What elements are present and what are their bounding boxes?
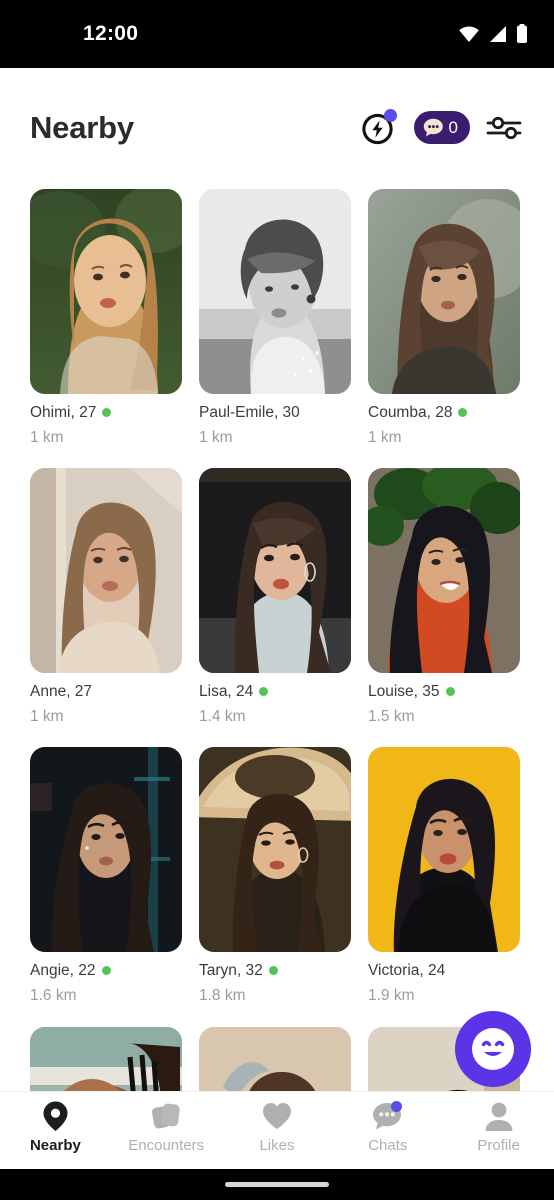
profile-meta: Ohimi, 27 1 km — [30, 394, 182, 449]
boost-notification-badge — [383, 108, 397, 122]
profile-meta: Lisa, 24 1.4 km — [199, 673, 351, 728]
app-header: Nearby 0 — [0, 68, 554, 181]
nav-item-likes[interactable]: Likes — [222, 1092, 333, 1154]
profile-distance: 1.9 km — [368, 987, 415, 1005]
profile-distance: 1.8 km — [199, 987, 246, 1005]
profile-distance: 1.4 km — [199, 708, 246, 726]
profile-name: Louise, 35 — [368, 683, 440, 701]
online-status-dot — [268, 966, 278, 976]
grid-row: Anne, 27 1 km Lisa, 24 1.4 km Louise, 35… — [30, 468, 524, 728]
profile-photo[interactable] — [30, 468, 182, 674]
profile-photo[interactable] — [30, 189, 182, 394]
profile-meta: Anne, 27 1 km — [30, 673, 182, 728]
profile-distance: 1 km — [30, 428, 64, 446]
profile-photo[interactable] — [199, 189, 351, 394]
page-title: Nearby — [30, 109, 134, 145]
profile-name: Lisa, 24 — [199, 683, 254, 701]
profile-name: Victoria, 24 — [368, 962, 446, 980]
profile-photo[interactable] — [368, 747, 520, 953]
stacked-cards-icon — [150, 1100, 182, 1132]
profile-card[interactable]: Paul-Emile, 30 1 km — [199, 189, 351, 449]
status-bar: 12:00 — [0, 0, 554, 68]
profile-name: Taryn, 32 — [199, 962, 263, 980]
boost-button[interactable] — [360, 108, 398, 147]
profile-meta: Paul-Emile, 30 1 km — [199, 394, 351, 449]
profile-photo[interactable] — [199, 747, 351, 953]
profile-distance: 1.6 km — [30, 987, 77, 1005]
nav-label: Encounters — [128, 1137, 205, 1154]
nav-label: Chats — [368, 1137, 408, 1154]
profile-name: Paul-Emile, 30 — [199, 404, 300, 421]
profile-distance: 1.5 km — [368, 708, 415, 726]
profile-photo[interactable] — [199, 468, 351, 674]
profile-meta: Louise, 35 1.5 km — [368, 673, 520, 728]
profile-name: Coumba, 28 — [368, 404, 453, 421]
app-screen: 12:00 Nearby 0 Ohimi, 27 1 km Paul-Emile… — [0, 0, 554, 1200]
nav-item-nearby[interactable]: Nearby — [0, 1092, 111, 1154]
status-time: 12:00 — [83, 22, 139, 45]
profile-card[interactable]: Victoria, 24 1.9 km — [368, 747, 520, 1007]
profile-grid[interactable]: Ohimi, 27 1 km Paul-Emile, 30 1 km Coumb… — [0, 181, 554, 1105]
nav-item-profile[interactable]: Profile — [443, 1092, 554, 1154]
profile-card[interactable]: Ohimi, 27 1 km — [30, 189, 182, 449]
nav-label: Profile — [477, 1137, 520, 1154]
person-icon — [484, 1100, 514, 1132]
speech-bubble-icon — [423, 118, 443, 137]
profile-card[interactable]: Lisa, 24 1.4 km — [199, 468, 351, 728]
smiley-face-icon — [472, 1028, 514, 1070]
grid-row: Ohimi, 27 1 km Paul-Emile, 30 1 km Coumb… — [30, 189, 524, 449]
nav-label: Nearby — [29, 1137, 81, 1154]
chat-count-label: 0 — [448, 118, 458, 137]
bottom-navigation: Nearby Encounters Likes Chats Profile — [0, 1091, 554, 1169]
profile-meta: Taryn, 32 1.8 km — [199, 952, 351, 1007]
nav-item-chats[interactable]: Chats — [332, 1092, 443, 1154]
online-status-dot — [458, 407, 468, 417]
profile-name: Anne, 27 — [30, 683, 93, 701]
profile-meta: Coumba, 28 1 km — [368, 394, 520, 449]
online-status-dot — [445, 687, 455, 697]
heart-icon — [261, 1100, 293, 1132]
online-status-dot — [101, 966, 111, 976]
grid-row: Angie, 22 1.6 km Taryn, 32 1.8 km Victor… — [30, 747, 524, 1007]
profile-photo[interactable] — [368, 189, 520, 394]
home-indicator[interactable] — [225, 1182, 329, 1187]
profile-distance: 1 km — [199, 428, 233, 446]
profile-meta: Angie, 22 1.6 km — [30, 952, 182, 1007]
battery-icon — [517, 24, 527, 43]
location-pin-icon — [42, 1100, 69, 1132]
profile-distance: 1 km — [30, 708, 64, 726]
status-icons — [458, 24, 528, 44]
profile-photo[interactable] — [30, 747, 182, 953]
header-actions: 0 — [360, 108, 524, 147]
online-status-dot — [102, 407, 112, 417]
chat-bubble-icon — [372, 1100, 404, 1132]
wifi-icon — [459, 26, 479, 42]
home-indicator-area — [0, 1169, 554, 1200]
chat-count-pill[interactable]: 0 — [413, 111, 470, 144]
smiley-fab-button[interactable] — [455, 1011, 531, 1087]
profile-photo[interactable] — [368, 468, 520, 674]
profile-card[interactable]: Louise, 35 1.5 km — [368, 468, 520, 728]
nav-item-encounters[interactable]: Encounters — [111, 1092, 222, 1154]
filter-sliders-icon — [486, 116, 522, 139]
profile-distance: 1 km — [368, 428, 402, 446]
online-status-dot — [259, 687, 269, 697]
nav-label: Likes — [259, 1137, 295, 1154]
profile-card[interactable]: Coumba, 28 1 km — [368, 189, 520, 449]
cellular-signal-icon — [490, 26, 506, 42]
profile-name: Ohimi, 27 — [30, 404, 97, 421]
profile-name: Angie, 22 — [30, 962, 96, 980]
profile-card[interactable]: Anne, 27 1 km — [30, 468, 182, 728]
profile-card[interactable]: Angie, 22 1.6 km — [30, 747, 182, 1007]
filter-button[interactable] — [486, 112, 524, 144]
profile-card[interactable]: Taryn, 32 1.8 km — [199, 747, 351, 1007]
chats-notification-badge — [390, 1101, 402, 1112]
profile-meta: Victoria, 24 1.9 km — [368, 952, 520, 1007]
